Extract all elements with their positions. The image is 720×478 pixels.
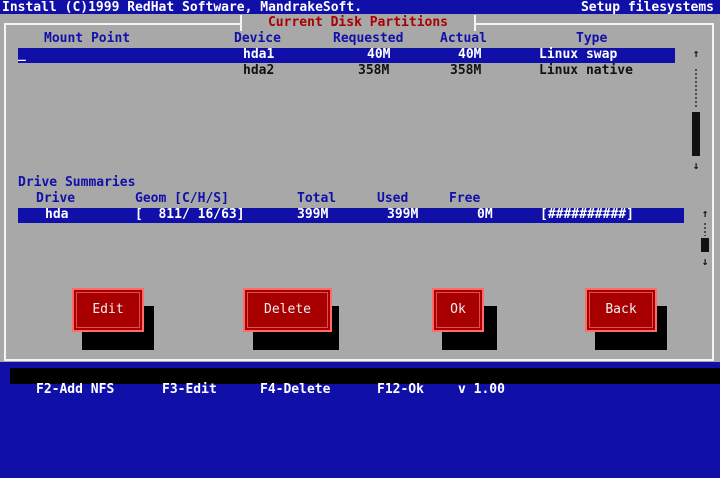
cell-free: 0M	[477, 207, 493, 222]
drive-row-hda[interactable]: hda [ 811/ 16/63] 399M 399M 0M [########…	[18, 207, 684, 223]
cell-type: Linux swap	[539, 47, 618, 62]
delete-button[interactable]: Delete	[243, 288, 332, 332]
edit-button[interactable]: Edit	[72, 288, 144, 332]
scroll-up-arrow-icon[interactable]: ↑	[699, 208, 711, 220]
cell-drive: hda	[45, 207, 69, 222]
scroll-thumb[interactable]	[701, 238, 709, 252]
cell-used: 399M	[387, 207, 419, 222]
header-requested: Requested	[333, 31, 404, 46]
header-actual: Actual	[440, 31, 487, 46]
help-f12-ok: F12-Ok	[377, 382, 424, 397]
header-total: Total	[297, 191, 337, 206]
cell-requested: 358M	[358, 63, 390, 78]
header-mount-point: Mount Point	[44, 31, 131, 46]
version-label: v 1.00	[458, 382, 505, 397]
partition-row-hda1[interactable]: _ hda1 40M 40M Linux swap	[18, 47, 675, 63]
drive-scrollbar[interactable]: ↑ ↓	[699, 208, 711, 268]
scroll-down-arrow-icon[interactable]: ↓	[690, 160, 702, 172]
cell-total: 399M	[297, 207, 329, 222]
partition-row-hda2[interactable]: hda2 358M 358M Linux native	[18, 63, 675, 79]
drive-summaries-title: Drive Summaries	[18, 175, 136, 190]
usage-bar: [##########]	[540, 207, 634, 222]
scroll-track	[702, 222, 708, 236]
back-button[interactable]: Back	[585, 288, 657, 332]
header-free: Free	[449, 191, 481, 206]
header-geom: Geom [C/H/S]	[135, 191, 229, 206]
dialog-title: Current Disk Partitions	[240, 15, 476, 31]
cell-device: hda1	[243, 47, 275, 62]
scroll-down-arrow-icon[interactable]: ↓	[699, 256, 711, 268]
cell-geom: [ 811/ 16/63]	[135, 207, 245, 222]
cell-requested: 40M	[367, 47, 391, 62]
help-line: F2-Add NFS F3-Edit F4-Delete F12-Ok v 1.…	[0, 382, 505, 478]
help-f4-delete: F4-Delete	[260, 382, 331, 397]
cell-device: hda2	[243, 63, 275, 78]
scroll-up-arrow-icon[interactable]: ↑	[690, 48, 702, 60]
scroll-track	[693, 68, 699, 108]
cell-actual: 358M	[450, 63, 482, 78]
row-cursor: _	[18, 47, 26, 62]
help-f3-edit: F3-Edit	[162, 382, 217, 397]
partitions-dialog: Current Disk Partitions Mount Point Devi…	[0, 14, 720, 362]
header-device: Device	[234, 31, 281, 46]
header-used: Used	[377, 191, 409, 206]
scroll-thumb[interactable]	[692, 112, 700, 156]
cell-type: Linux native	[539, 63, 633, 78]
ok-button[interactable]: Ok	[432, 288, 484, 332]
help-f2-add-nfs: F2-Add NFS	[36, 382, 115, 397]
partition-scrollbar[interactable]: ↑ ↓	[690, 48, 702, 172]
header-drive: Drive	[36, 191, 76, 206]
header-type: Type	[576, 31, 608, 46]
cell-actual: 40M	[458, 47, 482, 62]
